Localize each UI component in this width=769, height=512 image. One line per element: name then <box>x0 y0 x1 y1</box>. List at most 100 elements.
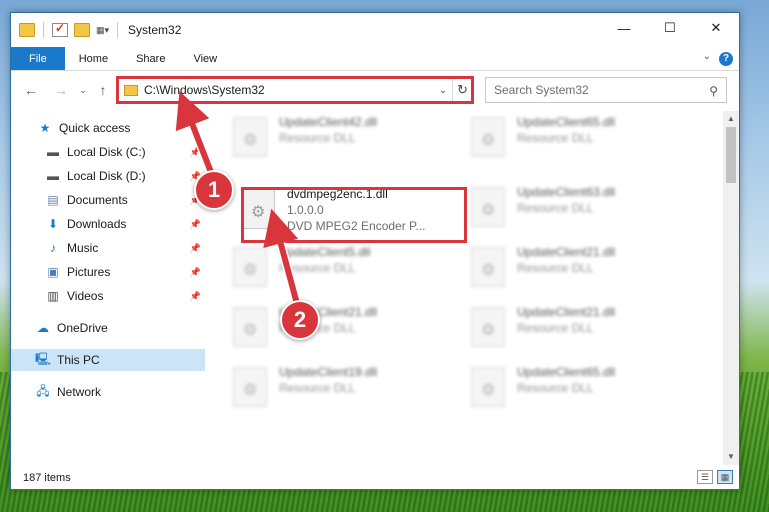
star-icon: ★ <box>39 121 51 135</box>
list-item[interactable]: UpdateClient42.dll Resource DLL <box>227 111 447 161</box>
new-folder-icon[interactable] <box>74 23 90 37</box>
list-item[interactable]: UpdateClient65.dll Resource DLL <box>465 111 685 161</box>
customize-toolbar-icon[interactable]: ▦▾ <box>96 25 109 36</box>
list-item[interactable]: UpdateClient5.dll Resource DLL <box>227 241 447 291</box>
list-item[interactable]: UpdateClient65.dll Resource DLL <box>465 361 685 411</box>
window-title: System32 <box>128 23 182 37</box>
folder-icon <box>124 84 138 96</box>
scroll-down-icon[interactable]: ▼ <box>723 449 739 465</box>
scroll-up-icon[interactable]: ▲ <box>723 111 739 127</box>
sidebar-item-label: Pictures <box>67 265 111 279</box>
file-name: UpdateClient5.dll <box>279 245 371 259</box>
sidebar-item-label: Local Disk (C:) <box>67 145 146 159</box>
list-item[interactable]: UpdateClient63.dll Resource DLL <box>465 181 685 231</box>
address-dropdown-icon[interactable]: ⌄ <box>434 85 452 96</box>
minimize-button[interactable]: — <box>601 13 647 43</box>
tab-home[interactable]: Home <box>65 47 122 70</box>
file-type: Resource DLL <box>517 131 594 145</box>
forward-arrow-icon[interactable]: → <box>51 80 71 100</box>
up-arrow-icon[interactable]: ↑ <box>93 80 113 100</box>
sidebar-item-local-disk-c[interactable]: ▬ Local Disk (C:) 📌 <box>11 141 205 163</box>
navigation-bar: ← → ⌄ ↑ C:\Windows\System32 ⌄ ↻ ⚲ <box>11 75 739 105</box>
documents-icon: ▤ <box>47 193 59 207</box>
pictures-icon: ▣ <box>47 265 59 279</box>
pin-icon[interactable]: 📌 <box>190 291 201 302</box>
drive-icon: ▬ <box>47 145 59 159</box>
file-explorer-window: ▦▾ System32 — ☐ ✕ File Home Share View ⌄… <box>10 12 740 490</box>
expand-ribbon-icon[interactable]: ⌄ <box>703 51 711 62</box>
list-item[interactable]: UpdateClient19.dll Resource DLL <box>227 361 447 411</box>
sidebar-item-label: Network <box>57 385 102 399</box>
videos-icon: ▥ <box>47 289 59 303</box>
back-arrow-icon[interactable]: ← <box>21 80 41 100</box>
search-icon[interactable]: ⚲ <box>709 84 718 98</box>
status-bar: 187 items ☰ ▦ <box>11 467 739 489</box>
pin-icon[interactable]: 📌 <box>190 219 201 230</box>
dll-file-icon <box>233 247 267 287</box>
view-switcher: ☰ ▦ <box>697 470 733 484</box>
item-count: 187 items <box>23 472 71 484</box>
search-input[interactable] <box>494 83 694 97</box>
file-type: Resource DLL <box>517 201 594 215</box>
sidebar-item-videos[interactable]: ▥ Videos 📌 <box>11 285 205 307</box>
search-box[interactable]: ⚲ <box>485 77 727 103</box>
dll-file-icon <box>471 117 505 157</box>
sidebar-item-label: This PC <box>57 353 100 367</box>
list-item[interactable]: UpdateClient21.dll Resource DLL <box>227 301 447 351</box>
pin-icon[interactable]: 📌 <box>190 267 201 278</box>
pin-icon[interactable]: 📌 <box>190 147 201 158</box>
tab-file[interactable]: File <box>11 47 65 70</box>
properties-icon[interactable] <box>52 21 68 37</box>
dll-file-icon <box>471 307 505 347</box>
close-button[interactable]: ✕ <box>693 13 739 43</box>
sidebar-item-local-disk-d[interactable]: ▬ Local Disk (D:) 📌 <box>11 165 205 187</box>
dll-file-icon <box>233 367 267 407</box>
dll-file-icon <box>471 187 505 227</box>
tab-share[interactable]: Share <box>122 47 179 70</box>
toolbar-divider <box>117 22 119 38</box>
list-item[interactable]: UpdateClient21.dll Resource DLL <box>465 301 685 351</box>
tab-view[interactable]: View <box>179 47 231 70</box>
drive-icon: ▬ <box>47 169 59 183</box>
file-type: Resource DLL <box>517 261 594 275</box>
file-name: UpdateClient63.dll <box>517 185 616 199</box>
help-icon[interactable]: ? <box>719 52 733 66</box>
title-bar: ▦▾ System32 — ☐ ✕ <box>11 13 739 47</box>
cloud-icon: ☁ <box>37 321 49 335</box>
maximize-button[interactable]: ☐ <box>647 13 693 43</box>
pin-icon[interactable]: 📌 <box>190 243 201 254</box>
details-view-icon[interactable]: ☰ <box>697 470 713 484</box>
sidebar-item-music[interactable]: ♪ Music 📌 <box>11 237 205 259</box>
address-bar[interactable]: C:\Windows\System32 ⌄ ↻ <box>117 77 473 103</box>
sidebar-item-onedrive[interactable]: ☁ OneDrive <box>11 317 205 339</box>
file-name: UpdateClient65.dll <box>517 115 616 129</box>
network-icon: 🖧 <box>36 383 50 398</box>
sidebar-item-this-pc[interactable]: 🖳 This PC <box>11 349 205 371</box>
sidebar-item-documents[interactable]: ▤ Documents 📌 <box>11 189 205 211</box>
scrollbar-thumb[interactable] <box>726 127 736 183</box>
sidebar-item-quick-access[interactable]: ★ Quick access <box>11 117 205 139</box>
sidebar-item-network[interactable]: 🖧 Network <box>11 381 205 403</box>
vertical-scrollbar[interactable]: ▲ ▼ <box>723 111 739 465</box>
file-type: Resource DLL <box>279 131 356 145</box>
list-item[interactable]: UpdateClient21.dll Resource DLL <box>465 241 685 291</box>
download-icon: ⬇ <box>47 217 59 231</box>
dll-file-icon <box>233 117 267 157</box>
refresh-icon[interactable]: ↻ <box>452 78 472 102</box>
file-name: UpdateClient42.dll <box>279 115 378 129</box>
ribbon-tabs: File Home Share View ⌄ ? <box>11 47 739 71</box>
file-name: UpdateClient21.dll <box>517 305 616 319</box>
recent-locations-icon[interactable]: ⌄ <box>73 80 93 100</box>
sidebar-item-label: OneDrive <box>57 321 108 335</box>
dll-file-icon <box>233 307 267 347</box>
tiles-view-icon[interactable]: ▦ <box>717 470 733 484</box>
file-type: Resource DLL <box>517 381 594 395</box>
folder-icon[interactable] <box>19 23 35 37</box>
file-name: UpdateClient21.dll <box>517 245 616 259</box>
file-list: UpdateClient42.dll Resource DLL dvdmpeg2… <box>207 111 721 465</box>
sidebar-item-downloads[interactable]: ⬇ Downloads 📌 <box>11 213 205 235</box>
address-path[interactable]: C:\Windows\System32 <box>144 83 434 97</box>
navigation-pane: ★ Quick access ▬ Local Disk (C:) 📌 ▬ Loc… <box>11 111 205 467</box>
sidebar-item-pictures[interactable]: ▣ Pictures 📌 <box>11 261 205 283</box>
file-name: UpdateClient65.dll <box>517 365 616 379</box>
